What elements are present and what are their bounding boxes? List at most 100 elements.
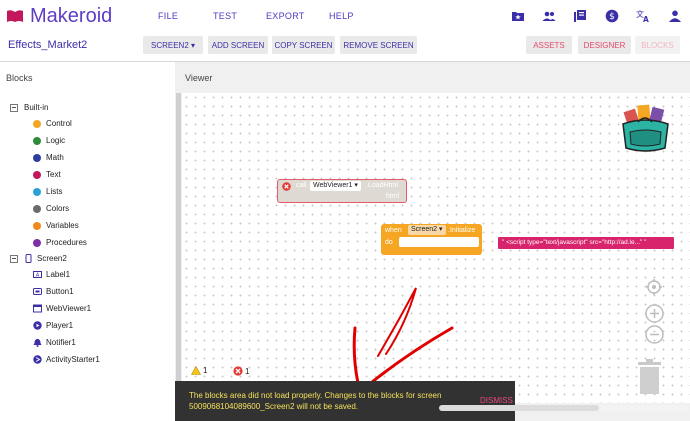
- button-icon: [33, 288, 42, 295]
- warnings-indicator[interactable]: 1: [191, 366, 207, 375]
- do-slot[interactable]: [399, 237, 479, 247]
- tree-screen2[interactable]: Screen2: [10, 254, 67, 263]
- error-icon: [233, 366, 243, 376]
- component-activitystarter1[interactable]: ActivityStarter1: [33, 355, 100, 364]
- category-color-icon: [33, 221, 41, 230]
- svg-text:A: A: [643, 15, 649, 23]
- category-label: Logic: [46, 136, 66, 145]
- category-label: Math: [46, 153, 64, 162]
- horizontal-scrollbar[interactable]: [439, 405, 599, 411]
- screen-initialize-event-block[interactable]: when Screen2 ▾ .Initialize do: [381, 224, 482, 255]
- category-variables[interactable]: Variables: [33, 221, 79, 230]
- viewer-title: Viewer: [185, 73, 213, 83]
- hand-drawn-arrow-annotation: [352, 287, 454, 394]
- component-label1[interactable]: A Label1: [33, 270, 70, 279]
- category-color-icon: [33, 170, 41, 179]
- dismiss-button[interactable]: DISMISS: [480, 396, 513, 405]
- copy-screen-button[interactable]: COPY SCREEN: [272, 36, 335, 54]
- snackbar: The blocks area did not load properly. C…: [175, 381, 515, 421]
- blocks-panel-title: Blocks: [6, 73, 33, 83]
- svg-text:$: $: [609, 12, 615, 22]
- blocks-panel: [0, 62, 175, 421]
- tree-screen2-label: Screen2: [37, 254, 67, 263]
- player-icon: [33, 321, 42, 330]
- designer-button[interactable]: DESIGNER: [578, 36, 631, 54]
- menu-help[interactable]: HELP: [329, 11, 354, 21]
- warnings-count: 1: [203, 366, 208, 375]
- event-name: .Initialize: [448, 227, 476, 234]
- category-label: Text: [46, 170, 61, 179]
- collapse-icon[interactable]: [10, 103, 18, 112]
- category-label: Variables: [46, 221, 79, 230]
- category-text[interactable]: Text: [33, 170, 61, 179]
- menu-file[interactable]: FILE: [158, 11, 178, 21]
- library-icon[interactable]: [573, 9, 587, 23]
- text-string-value: " <script type="text/javascript" src="ht…: [502, 238, 647, 246]
- dollar-icon[interactable]: $: [605, 9, 619, 23]
- tree-builtin[interactable]: Built-in: [10, 103, 48, 112]
- component-label: Notifier1: [46, 338, 76, 347]
- backpack-icon[interactable]: [618, 100, 673, 155]
- category-label: Colors: [46, 204, 70, 213]
- category-logic[interactable]: Logic: [33, 136, 65, 145]
- component-webviewer1[interactable]: WebViewer1: [33, 304, 91, 313]
- call-loadhtml-block[interactable]: call WebViewer1 ▾ .LoadHtml html: [277, 179, 407, 203]
- zoom-out-icon[interactable]: [645, 325, 664, 344]
- menu-test[interactable]: TEST: [213, 11, 237, 21]
- trash-icon[interactable]: [637, 359, 662, 394]
- method-name: .LoadHtml: [366, 182, 398, 189]
- category-color-icon: [33, 136, 41, 145]
- category-control[interactable]: Control: [33, 119, 72, 128]
- app-name[interactable]: Makeroid: [30, 5, 112, 28]
- recenter-icon[interactable]: [645, 278, 663, 296]
- call-keyword: call: [296, 182, 307, 189]
- component-label: Player1: [46, 321, 74, 330]
- category-color-icon: [33, 238, 41, 247]
- category-color-icon: [33, 204, 41, 213]
- people-icon[interactable]: [542, 9, 556, 23]
- vertical-scrollbar[interactable]: [176, 93, 181, 383]
- warning-icon: [191, 366, 201, 375]
- phone-icon: [25, 254, 32, 263]
- gallery-star-icon[interactable]: [511, 9, 525, 23]
- assets-button[interactable]: ASSETS: [526, 36, 572, 54]
- menu-export[interactable]: EXPORT: [266, 11, 305, 21]
- category-color-icon: [33, 187, 41, 196]
- component-label: ActivityStarter1: [46, 355, 100, 364]
- component-button1[interactable]: Button1: [33, 287, 74, 296]
- tree-builtin-label: Built-in: [24, 103, 49, 112]
- do-keyword: do: [385, 239, 393, 246]
- component-dropdown[interactable]: WebViewer1 ▾: [310, 181, 361, 191]
- category-lists[interactable]: Lists: [33, 187, 62, 196]
- component-notifier1[interactable]: Notifier1: [33, 338, 76, 347]
- screen-dropdown[interactable]: Screen2 ▾: [408, 225, 446, 235]
- text-string-block[interactable]: " <script type="text/javascript" src="ht…: [498, 237, 674, 249]
- activity-icon: [33, 355, 42, 364]
- component-player1[interactable]: Player1: [33, 321, 73, 330]
- errors-indicator[interactable]: 1: [233, 366, 249, 376]
- webviewer-icon: [33, 304, 42, 313]
- horizontal-scroll-track: [600, 405, 688, 411]
- errors-count: 1: [245, 366, 250, 376]
- translate-icon[interactable]: 文 A: [636, 9, 650, 23]
- label-icon: A: [33, 271, 42, 279]
- category-color-icon: [33, 153, 41, 162]
- snackbar-message: The blocks area did not load properly. C…: [189, 391, 442, 411]
- add-screen-button[interactable]: ADD SCREEN: [208, 36, 268, 54]
- remove-screen-button[interactable]: REMOVE SCREEN: [340, 36, 417, 54]
- blocks-button[interactable]: BLOCKS: [635, 36, 680, 54]
- category-math[interactable]: Math: [33, 153, 64, 162]
- account-icon[interactable]: [668, 9, 682, 23]
- component-label: Button1: [46, 287, 74, 296]
- component-label: WebViewer1: [46, 304, 92, 313]
- zoom-in-icon[interactable]: [645, 304, 664, 323]
- category-procedures[interactable]: Procedures: [33, 238, 87, 247]
- category-colors[interactable]: Colors: [33, 204, 69, 213]
- category-label: Lists: [46, 187, 63, 196]
- error-icon: [282, 182, 291, 191]
- logo-icon: [7, 10, 23, 22]
- top-bar: Makeroid FILE TEST EXPORT HELP $ 文 A: [0, 0, 690, 34]
- collapse-icon[interactable]: [10, 254, 18, 263]
- screen-select-button[interactable]: SCREEN2 ▾: [143, 36, 203, 54]
- when-keyword: when: [385, 227, 402, 234]
